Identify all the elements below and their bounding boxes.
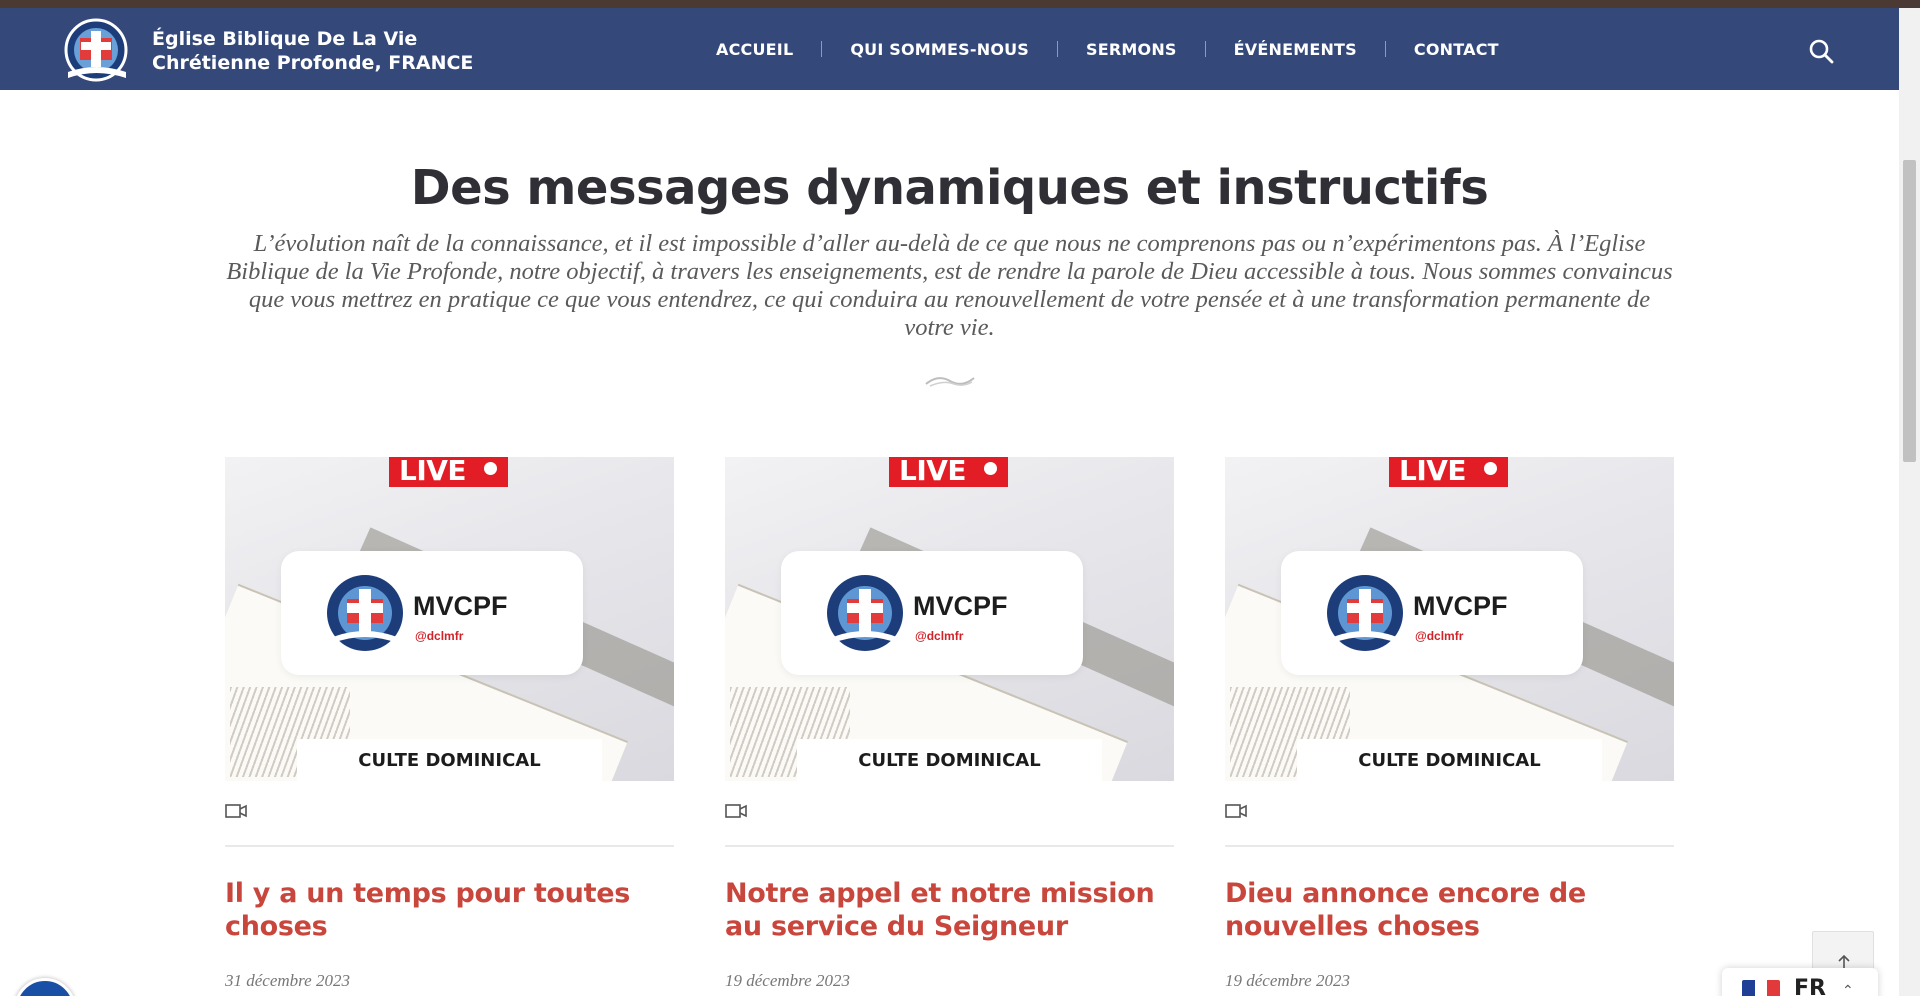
card-divider <box>725 845 1174 847</box>
accessibility-icon[interactable] <box>14 978 76 996</box>
nav-sermons[interactable]: SERMONS <box>1086 40 1177 59</box>
church-seal-logo-icon <box>327 575 403 651</box>
live-badge: LIVE <box>1389 457 1508 487</box>
chevron-up-icon: ⌃ <box>1842 982 1854 996</box>
brand-name-line1: Église Biblique De La Vie <box>152 28 418 50</box>
nav-separator <box>1384 41 1386 57</box>
sermon-thumbnail[interactable]: LIVE MVCPF @dclmfr CULTE DOMINICAL <box>225 457 674 781</box>
nav-contact[interactable]: CONTACT <box>1414 40 1499 59</box>
church-seal-logo-icon <box>64 18 128 82</box>
site-header: Église Biblique De La Vie Chrétienne Pro… <box>0 8 1899 90</box>
brand-card-name: MVCPF <box>1413 591 1508 621</box>
nav-evenements[interactable]: ÉVÉNEMENTS <box>1234 40 1357 59</box>
card-divider <box>1225 845 1674 847</box>
sermon-date: 31 décembre 2023 <box>225 971 350 990</box>
video-camera-icon <box>1225 804 1247 818</box>
sermon-thumbnail[interactable]: LIVE MVCPF @dclmfr CULTE DOMINICAL <box>725 457 1174 781</box>
sermon-date: 19 décembre 2023 <box>1225 971 1350 990</box>
nav-qui-sommes-nous[interactable]: QUI SOMMES-NOUS <box>850 40 1029 59</box>
sermon-thumbnail[interactable]: LIVE MVCPF @dclmfr CULTE DOMINICAL <box>1225 457 1674 781</box>
sermon-title-link[interactable]: Il y a un temps pour toutes choses <box>225 877 674 943</box>
brand-card-handle: @dclmfr <box>1415 629 1464 643</box>
scrollbar-thumb[interactable] <box>1903 160 1916 462</box>
divider-ornament-icon <box>925 377 975 387</box>
card-divider <box>225 845 674 847</box>
sermon-title-link[interactable]: Dieu annonce encore de nouvelles choses <box>1225 877 1674 943</box>
sermon-title-link[interactable]: Notre appel et notre mission au service … <box>725 877 1174 943</box>
search-icon[interactable] <box>1808 38 1834 64</box>
church-seal-logo-icon <box>1327 575 1403 651</box>
thumbnail-label: CULTE DOMINICAL <box>1297 739 1602 781</box>
sermon-card: LIVE MVCPF @dclmfr CULTE DOMINICAL Dieu … <box>1225 457 1674 990</box>
brand-card: MVCPF @dclmfr <box>781 551 1083 675</box>
brand-name-line2: Chrétienne Profonde, FRANCE <box>152 52 474 74</box>
language-switcher[interactable]: FR ⌃ <box>1722 968 1878 996</box>
page-scrollbar[interactable] <box>1899 8 1920 996</box>
nav-separator <box>1204 41 1206 57</box>
brand-card-name: MVCPF <box>913 591 1008 621</box>
sermon-card: LIVE MVCPF @dclmfr CULTE DOMINICAL Il y … <box>225 457 674 990</box>
brand-card-handle: @dclmfr <box>915 629 964 643</box>
nav-separator <box>821 41 823 57</box>
brand[interactable]: Église Biblique De La Vie Chrétienne Pro… <box>56 14 473 88</box>
brand-card-handle: @dclmfr <box>415 629 464 643</box>
thumbnail-label: CULTE DOMINICAL <box>797 739 1102 781</box>
section-intro: L’évolution naît de la connaissance, et … <box>226 230 1673 341</box>
video-camera-icon <box>225 804 247 818</box>
section-title: Des messages dynamiques et instructifs <box>410 160 1489 216</box>
top-color-strip <box>0 0 1920 8</box>
language-code: FR <box>1794 976 1826 996</box>
thumbnail-label: CULTE DOMINICAL <box>297 739 602 781</box>
video-camera-icon <box>725 804 747 818</box>
nav-accueil[interactable]: ACCUEIL <box>716 40 793 59</box>
brand-card: MVCPF @dclmfr <box>281 551 583 675</box>
live-badge: LIVE <box>389 457 508 487</box>
brand-card-name: MVCPF <box>413 591 508 621</box>
france-flag-icon <box>1742 980 1780 996</box>
sermon-date: 19 décembre 2023 <box>725 971 850 990</box>
main-nav: ACCUEIL QUI SOMMES-NOUS SERMONS ÉVÉNEMEN… <box>716 8 1499 90</box>
church-seal-logo-icon <box>827 575 903 651</box>
nav-separator <box>1057 41 1059 57</box>
brand-card: MVCPF @dclmfr <box>1281 551 1583 675</box>
sermon-card: LIVE MVCPF @dclmfr CULTE DOMINICAL Notre… <box>725 457 1174 990</box>
live-badge: LIVE <box>889 457 1008 487</box>
